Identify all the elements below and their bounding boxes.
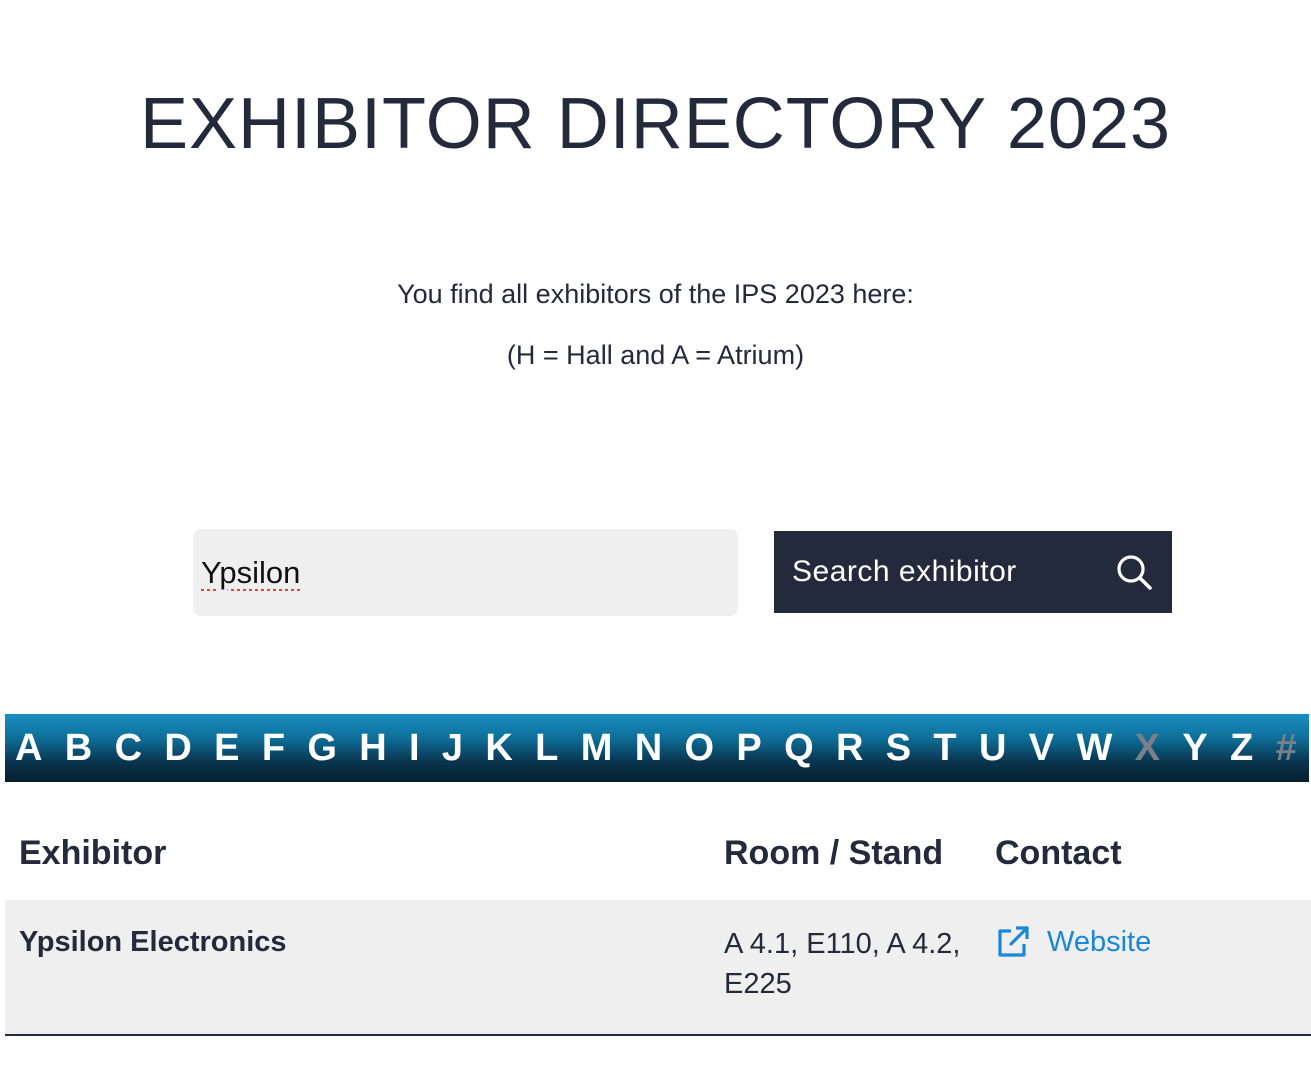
letter-y[interactable]: Y [1182,714,1207,782]
intro-line-1: You find all exhibitors of the IPS 2023 … [397,279,914,309]
letter-w[interactable]: W [1076,714,1112,782]
letter-j[interactable]: J [442,714,463,782]
letter-e[interactable]: E [214,714,239,782]
letter-a[interactable]: A [15,714,42,782]
letter-g[interactable]: G [307,714,337,782]
letter-r[interactable]: R [836,714,863,782]
letter-m[interactable]: M [581,714,613,782]
letter-d[interactable]: D [164,714,191,782]
letter-p[interactable]: P [736,714,761,782]
column-header-contact: Contact [995,834,1122,872]
letter-h[interactable]: H [359,714,386,782]
page: EXHIBITOR DIRECTORY 2023 You find all ex… [0,0,1311,1080]
letter-c[interactable]: C [115,714,142,782]
search-button-label: Search exhibitor [792,555,1017,588]
external-link-icon [995,924,1031,960]
website-link[interactable]: Website [995,924,1151,960]
letter-b[interactable]: B [65,714,92,782]
letter-l[interactable]: L [535,714,558,782]
search-icon [1114,552,1154,592]
search-input[interactable] [193,529,738,616]
letter-i[interactable]: I [409,714,420,782]
website-link-label: Website [1047,925,1152,958]
letter-q[interactable]: Q [784,714,814,782]
letter-n[interactable]: N [635,714,662,782]
letter-hash: # [1275,727,1297,769]
alphabet-filter-bar: A B C D E F G H I J K L M N O P Q R S T U V W X Y Z # [5,714,1309,782]
letter-u[interactable]: U [979,714,1006,782]
column-header-stand: Room / Stand [724,834,944,872]
intro-line-2: (H = Hall and A = Atrium) [506,340,805,370]
letter-t[interactable]: T [933,714,956,782]
exhibitor-stand: A 4.1, E110, A 4.2, E225 [724,928,961,1000]
letter-x: X [1134,727,1160,769]
letter-v[interactable]: V [1029,714,1054,782]
column-header-exhibitor: Exhibitor [19,834,167,872]
search-exhibitor-button[interactable]: Search exhibitor [774,531,1172,613]
letter-f[interactable]: F [262,714,285,782]
exhibitor-name: Ypsilon Electronics [19,926,287,958]
table-row: Ypsilon Electronics A 4.1, E110, A 4.2, … [5,900,1311,1036]
exhibitor-table: Exhibitor Room / Stand Contact Ypsilon E… [5,810,1311,1036]
letter-o[interactable]: O [684,714,714,782]
letter-z[interactable]: Z [1230,714,1253,782]
page-title: EXHIBITOR DIRECTORY 2023 [139,84,1172,165]
table-header: Exhibitor Room / Stand Contact [5,810,1311,900]
letter-k[interactable]: K [485,714,512,782]
letter-s[interactable]: S [886,714,911,782]
intro-text: You find all exhibitors of the IPS 2023 … [0,276,1311,373]
